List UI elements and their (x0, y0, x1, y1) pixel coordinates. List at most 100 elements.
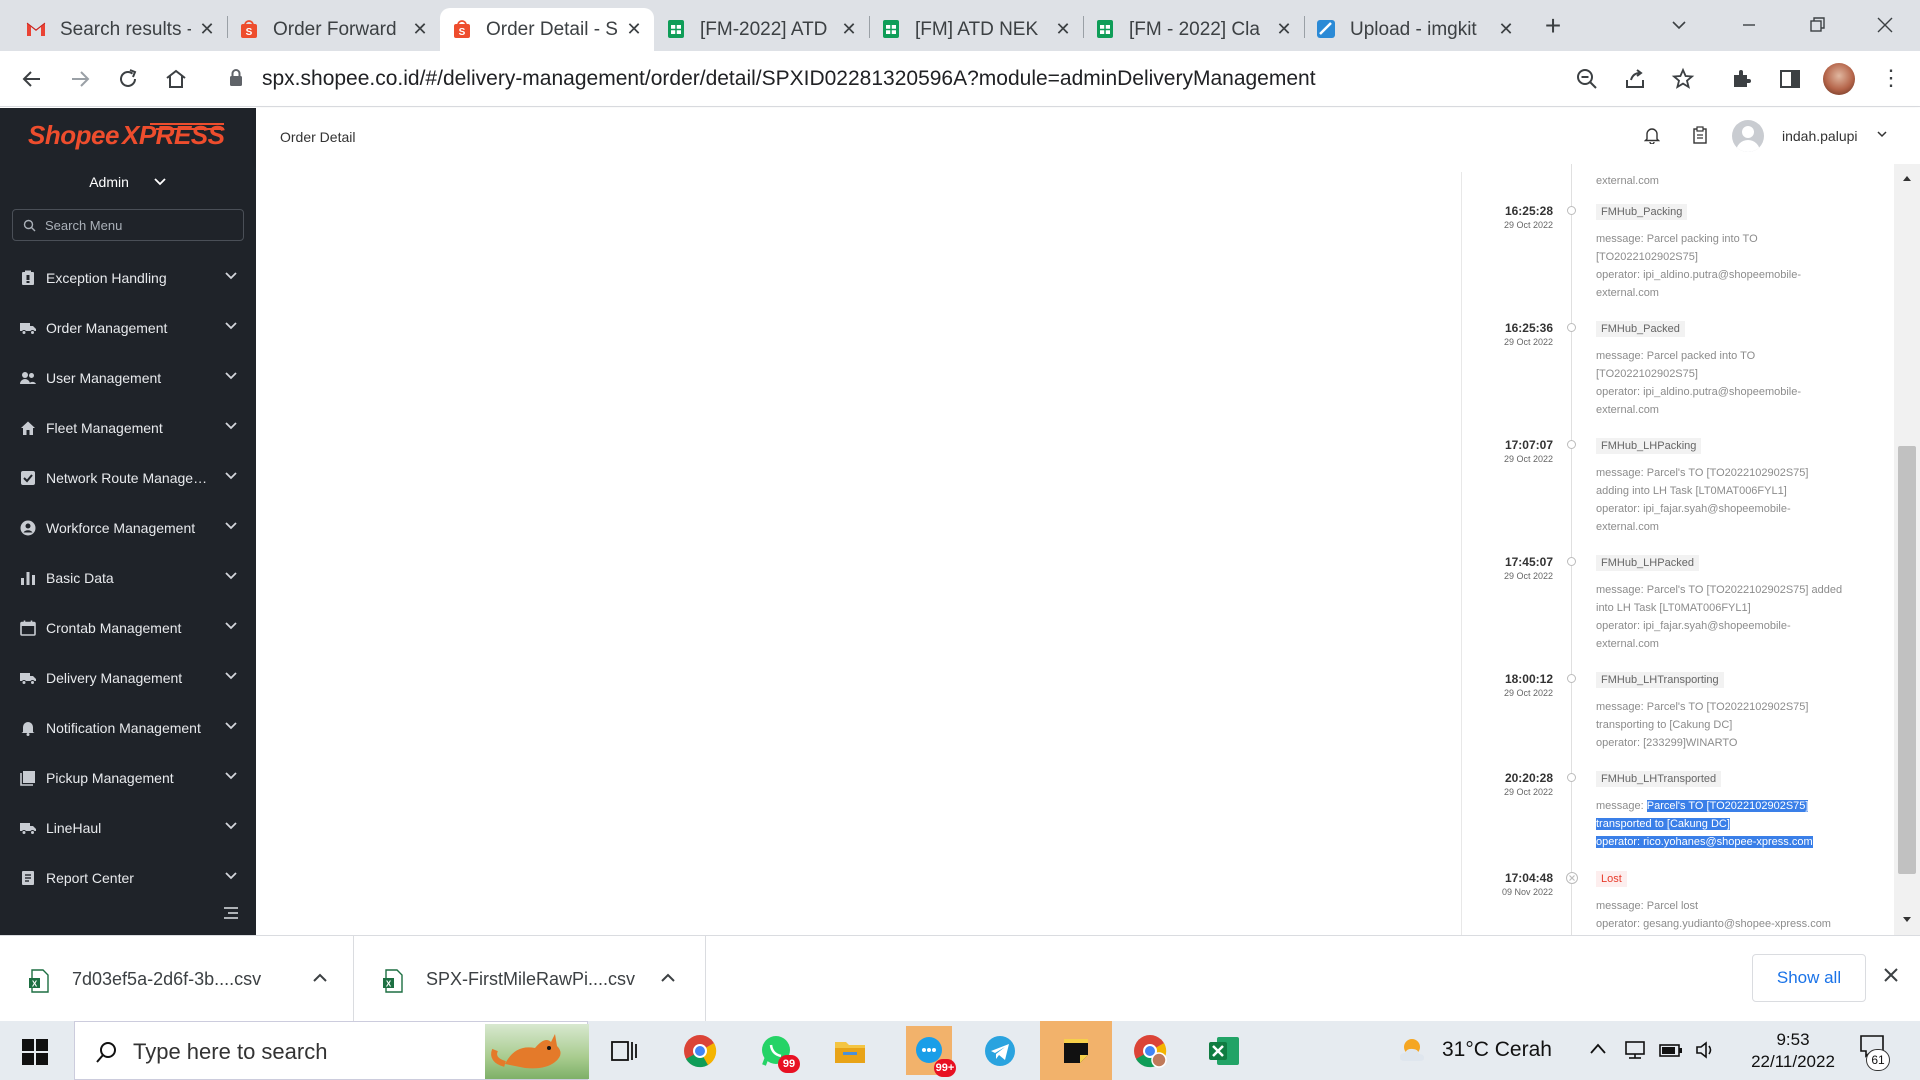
event-message-line: transporting to [Cakung DC] (1596, 719, 1733, 731)
sidebar-item-network-route-management[interactable]: Network Route Management (0, 453, 256, 503)
user-avatar[interactable] (1732, 120, 1764, 152)
sidebar-item-delivery-management[interactable]: Delivery Management (0, 653, 256, 703)
sidebar-item-workforce-management[interactable]: Workforce Management (0, 503, 256, 553)
sidebar-item-crontab-management[interactable]: Crontab Management (0, 603, 256, 653)
sidebar-item-user-management[interactable]: User Management (0, 353, 256, 403)
whatsapp-icon[interactable]: 99 (756, 1031, 800, 1073)
truck-icon (20, 670, 36, 686)
svg-text:X: X (32, 980, 38, 989)
excel-icon[interactable] (1204, 1031, 1244, 1071)
task-list-icon[interactable] (1692, 126, 1708, 144)
username[interactable]: indah.palupi (1782, 128, 1858, 144)
search-icon (23, 219, 36, 232)
home-button[interactable] (160, 63, 192, 95)
notification-center-icon[interactable]: 61 (1858, 1033, 1890, 1071)
restore-button[interactable] (1802, 10, 1832, 40)
task-view-icon[interactable] (604, 1031, 644, 1071)
forward-button[interactable] (64, 63, 96, 95)
shopee-icon: S (452, 19, 472, 39)
report-icon (20, 870, 36, 886)
chevron-down-icon (153, 177, 167, 187)
scrollbar[interactable] (1894, 164, 1920, 935)
show-all-button[interactable]: Show all (1752, 954, 1866, 1002)
lock-icon[interactable] (228, 68, 244, 88)
close-tab-icon[interactable]: ✕ (197, 19, 217, 39)
chevron-down-icon[interactable] (1876, 130, 1888, 138)
browser-tab[interactable]: [FM-2022] ATD ✕ (654, 8, 869, 51)
event-message-line: adding into LH Task [LT0MAT006FYL1] (1596, 485, 1787, 497)
zoom-icon[interactable] (1573, 65, 1601, 93)
download-item[interactable]: X 7d03ef5a-2d6f-3b....csv (0, 936, 354, 1022)
chrome-icon[interactable] (680, 1031, 720, 1071)
sidebar-item-report-center[interactable]: Report Center (0, 853, 256, 903)
close-tab-icon[interactable]: ✕ (410, 19, 430, 39)
chevron-down-icon (224, 621, 238, 631)
reload-button[interactable] (112, 63, 144, 95)
close-tab-icon[interactable]: ✕ (1274, 19, 1294, 39)
back-button[interactable] (16, 63, 48, 95)
chrome-profile-icon[interactable] (1130, 1031, 1170, 1071)
weather-text[interactable]: 31°C Cerah (1442, 1038, 1552, 1062)
clock-date: 22/11/2022 (1751, 1052, 1835, 1071)
close-tab-icon[interactable]: ✕ (1053, 19, 1073, 39)
taskbar-search-placeholder: Type here to search (133, 1039, 328, 1064)
browser-tab[interactable]: S Order Detail - S ✕ (440, 8, 654, 51)
chevron-up-icon[interactable] (312, 971, 328, 983)
sidebar-item-fleet-management[interactable]: Fleet Management (0, 403, 256, 453)
side-panel-icon[interactable] (1776, 65, 1804, 93)
file-explorer-icon[interactable] (830, 1031, 870, 1071)
bookmark-star-icon[interactable] (1669, 65, 1697, 93)
volume-icon[interactable] (1694, 1039, 1718, 1061)
chat-app-icon[interactable]: 99+ (906, 1026, 956, 1077)
telegram-icon[interactable] (980, 1031, 1020, 1071)
minimize-button[interactable] (1734, 10, 1764, 40)
download-item[interactable]: X SPX-FirstMileRawPi....csv (354, 936, 706, 1022)
chevron-up-icon[interactable] (1588, 1039, 1608, 1059)
sidebar-item-pickup-management[interactable]: Pickup Management (0, 753, 256, 803)
close-tab-icon[interactable]: ✕ (839, 19, 859, 39)
profile-avatar[interactable] (1823, 63, 1855, 95)
weather-icon[interactable] (1396, 1035, 1430, 1065)
role-selector[interactable]: Admin (0, 174, 256, 190)
shopee-xpress-logo[interactable]: Shopee XPRESS (28, 118, 228, 152)
sidebar-item-notification-management[interactable]: Notification Management (0, 703, 256, 753)
scroll-down-icon[interactable] (1902, 916, 1912, 924)
sidebar-item-label: Pickup Management (46, 770, 174, 786)
search-menu-input[interactable]: Search Menu (12, 209, 244, 241)
taskbar-search-box[interactable]: Type here to search (74, 1021, 589, 1080)
extensions-icon[interactable] (1728, 65, 1756, 93)
sidebar-item-linehaul[interactable]: LineHaul (0, 803, 256, 853)
close-icon[interactable] (1882, 966, 1900, 984)
chevron-up-icon[interactable] (660, 971, 676, 983)
sidebar-item-order-management[interactable]: Order Management (0, 303, 256, 353)
battery-icon[interactable] (1658, 1039, 1684, 1061)
new-tab-button[interactable]: + (1538, 10, 1568, 42)
network-icon[interactable] (1622, 1039, 1648, 1061)
scrollbar-thumb[interactable] (1898, 446, 1916, 874)
system-clock[interactable]: 9:53 22/11/2022 (1748, 1029, 1838, 1073)
bell-icon[interactable] (1644, 126, 1660, 144)
scroll-up-icon[interactable] (1902, 174, 1912, 182)
browser-menu-icon[interactable]: ⋮ (1880, 65, 1902, 93)
collapse-sidebar-icon[interactable] (223, 906, 239, 920)
sidebar-item-basic-data[interactable]: Basic Data (0, 553, 256, 603)
sidebar-item-exception-handling[interactable]: Exception Handling (0, 253, 256, 303)
browser-tab[interactable]: S Order Forward ✕ (227, 8, 440, 51)
tab-search-icon[interactable] (1664, 10, 1694, 40)
close-tab-icon[interactable]: ✕ (624, 19, 644, 39)
windows-taskbar: Type here to search 99 99+ 31°C Cerah 9:… (0, 1021, 1920, 1080)
browser-tab[interactable]: [FM] ATD NEK ✕ (869, 8, 1083, 51)
chevron-down-icon (224, 521, 238, 531)
share-icon[interactable] (1621, 65, 1649, 93)
browser-tab[interactable]: Upload - imgkit ✕ (1304, 8, 1526, 51)
close-tab-icon[interactable]: ✕ (1496, 19, 1516, 39)
browser-tab[interactable]: Search results - ✕ (14, 8, 227, 51)
excel-file-icon: X (382, 969, 404, 993)
sidebar-item-label: Crontab Management (46, 620, 182, 636)
url-text[interactable]: spx.shopee.co.id/#/delivery-management/o… (262, 67, 1316, 91)
timeline-dot (1567, 674, 1576, 683)
sticky-notes-icon[interactable] (1040, 1021, 1112, 1080)
browser-tab[interactable]: [FM - 2022] Cla ✕ (1083, 8, 1304, 51)
windows-start-icon[interactable] (22, 1039, 48, 1065)
close-window-button[interactable] (1870, 10, 1900, 40)
